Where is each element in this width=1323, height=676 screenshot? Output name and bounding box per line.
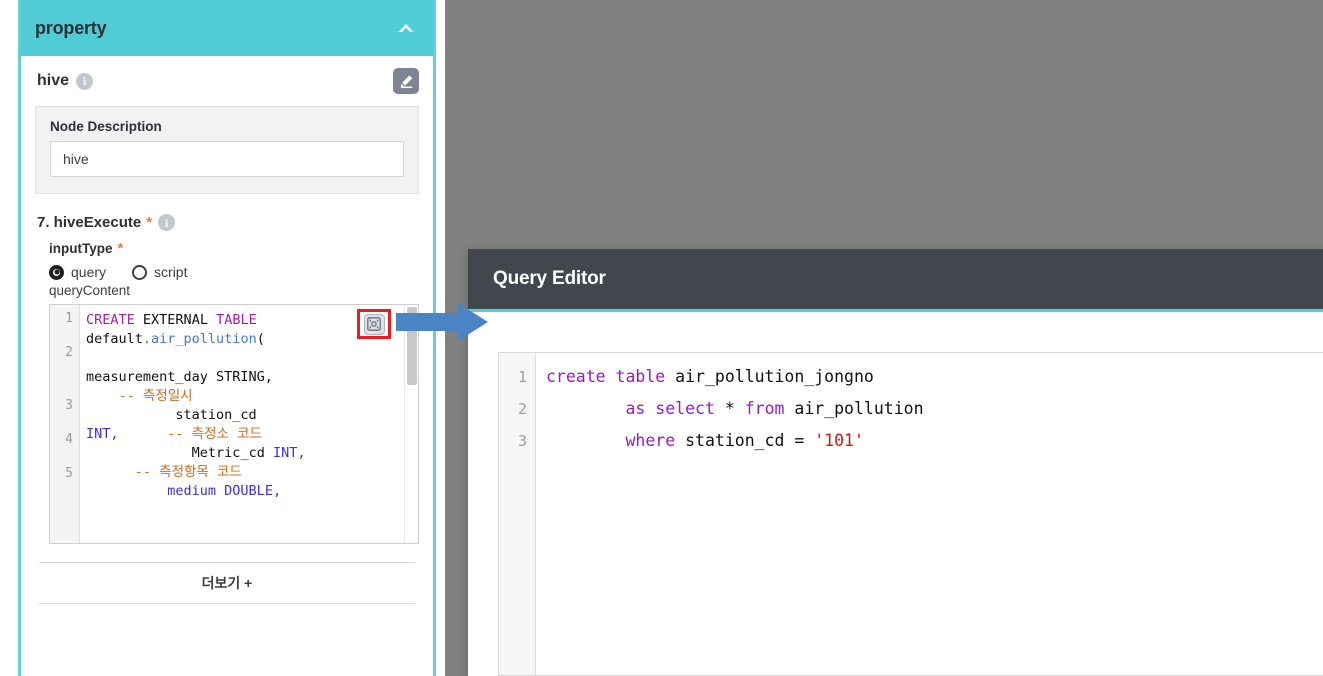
blue-right-arrow [396, 303, 488, 341]
line-number: 1 [517, 368, 527, 386]
required-star: * [146, 214, 153, 231]
section-title: 7. hiveExecute [37, 214, 142, 231]
radio-mark-query[interactable] [49, 264, 64, 280]
line-number-gutter: 1 2 3 4 5 [50, 305, 80, 543]
section-title-row: 7. hiveExecute * i [35, 200, 419, 241]
expand-editor-icon-glyph [363, 313, 385, 335]
required-star: * [117, 240, 124, 257]
info-icon[interactable]: i [76, 72, 94, 90]
info-icon[interactable]: i [158, 214, 176, 231]
line-number: 1 [65, 311, 73, 326]
query-content-label: queryContent [49, 283, 131, 298]
input-type-label: inputType * [49, 241, 419, 256]
code-line: as select * from air_pollution [625, 399, 924, 418]
code-line: where station_cd = '101' [625, 431, 864, 450]
code-text-area[interactable]: CREATE EXTERNAL TABLE default.air_pollut… [80, 305, 404, 543]
node-description-input[interactable]: hive [50, 141, 404, 177]
property-panel-header[interactable]: property [21, 0, 433, 56]
expand-editor-icon[interactable] [357, 309, 391, 339]
query-editor-code-editor[interactable]: 1 2 3 create table air_pollution_jongno … [498, 352, 1323, 676]
input-type-field-group: inputType * query script queryContent 1 … [35, 241, 419, 544]
query-editor-title: Query Editor [493, 268, 606, 289]
screen-root: property hive i Node Description hive 7.… [0, 0, 1323, 676]
query-content-editor[interactable]: 1 2 3 4 5 CREATE EXTERNAL TABLE default.… [49, 304, 419, 544]
chevron-up-icon[interactable] [397, 22, 415, 34]
line-number: 4 [65, 432, 73, 447]
node-description-box: Node Description hive [35, 106, 419, 194]
query-editor-header: Query Editor [468, 249, 1323, 312]
node-description-label: Node Description [50, 119, 162, 134]
radio-mark-script[interactable] [132, 264, 148, 280]
radio-label-query: query [71, 264, 107, 280]
pencil-edit-icon[interactable] [393, 68, 419, 94]
line-number: 3 [517, 432, 527, 450]
code-text-area[interactable]: create table air_pollution_jongno as sel… [536, 353, 1323, 675]
line-number: 2 [517, 400, 527, 418]
input-type-radio-group: query script [49, 264, 419, 280]
input-type-label-text: inputType [49, 241, 113, 256]
radio-option-script[interactable]: script [132, 264, 187, 280]
radio-label-script: script [154, 264, 188, 280]
line-number: 3 [65, 398, 73, 413]
show-more-label: 더보기 + [201, 575, 253, 591]
line-number: 2 [65, 345, 73, 360]
line-number: 5 [65, 466, 73, 481]
line-number-gutter: 1 2 3 [499, 353, 536, 675]
panel-title: property [35, 17, 107, 38]
node-name-label: hive [37, 72, 70, 89]
radio-option-query[interactable]: query [49, 264, 106, 280]
query-editor-dialog: Query Editor 1 2 3 create table air_poll… [468, 249, 1323, 676]
show-more-button[interactable]: 더보기 + [39, 562, 415, 604]
code-line: create table air_pollution_jongno [546, 367, 874, 386]
query-editor-body: 1 2 3 create table air_pollution_jongno … [468, 312, 1323, 676]
node-title-row: hive i [35, 56, 419, 106]
